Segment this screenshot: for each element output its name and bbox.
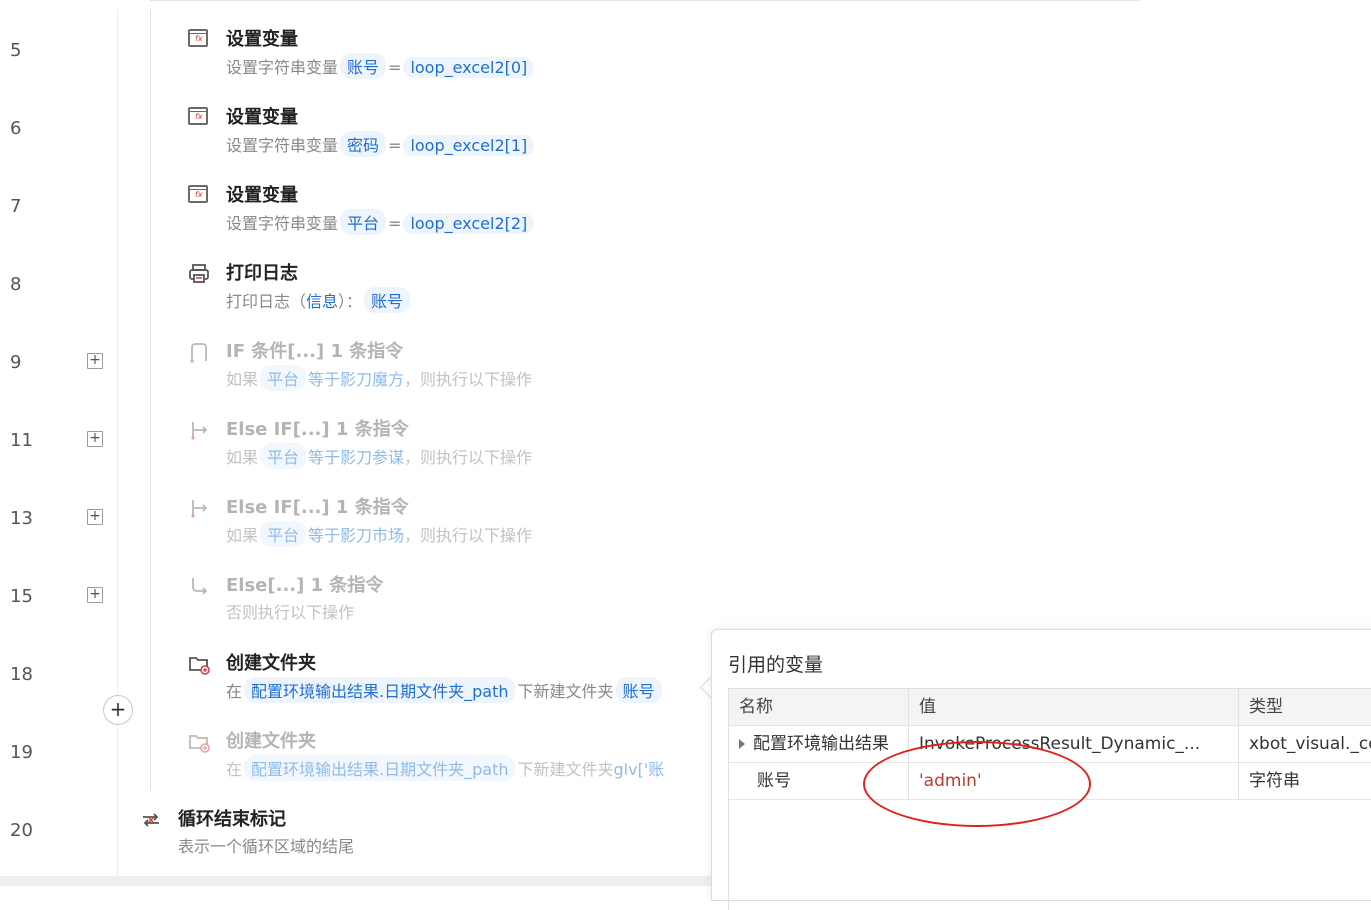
step-description: 如果 平台 等于影刀市场，则执行以下操作 [226,521,532,547]
step-description: 如果 平台 等于影刀参谋，则执行以下操作 [226,443,532,469]
add-step-button[interactable]: + [103,695,133,725]
path-chip[interactable]: 配置环境输出结果.日期文件夹_path [244,755,516,781]
step-set-variable[interactable]: fx 设置变量 设置字符串变量 密码 = loop_excel2[1] [188,103,688,167]
step-title: IF 条件[...] 1 条指令 [226,341,404,362]
expand-caret-icon[interactable] [739,739,745,749]
step-else-if[interactable]: Else IF[...] 1 条指令 如果 平台 等于影刀市场，则执行以下操作 [188,493,688,557]
line-number: 5 [10,40,22,61]
loop-end-icon [140,809,162,831]
value-chip[interactable]: loop_excel2[1] [403,135,535,156]
step-title: 设置变量 [226,107,298,128]
annotation-ellipse [863,741,1091,827]
variable-chip[interactable]: 平台 [340,209,387,235]
expand-block-button[interactable]: + [87,431,103,447]
step-title: Else IF[...] 1 条指令 [226,497,409,518]
line-number: 18 [10,664,33,685]
function-icon: fx [188,185,210,207]
step-print-log[interactable]: 打印日志 打印日志（信息）： 账号 [188,259,688,323]
variable-chip[interactable]: 账号 [615,677,662,703]
step-set-variable[interactable]: fx 设置变量 设置字符串变量 账号 = loop_excel2[0] [188,25,688,89]
variable-name[interactable]: 配置环境输出结果 [729,726,909,762]
column-header-name[interactable]: 名称 [729,689,909,725]
folder-add-icon [188,653,210,675]
expand-block-button[interactable]: + [87,509,103,525]
step-description: 在配置环境输出结果.日期文件夹_path 下新建文件夹glv['账 [226,755,664,781]
step-else[interactable]: Else[...] 1 条指令 否则执行以下操作 [188,571,688,635]
line-number: 6 [10,118,22,139]
line-number: 19 [10,742,33,763]
line-number: 13 [10,508,33,529]
step-title: 循环结束标记 [178,809,286,830]
step-title: Else IF[...] 1 条指令 [226,419,409,440]
step-loop-end[interactable]: 循环结束标记 表示一个循环区域的结尾 [140,805,640,869]
loop-block-guide [150,10,151,790]
function-icon: fx [188,107,210,129]
step-description: 设置字符串变量 平台 = loop_excel2[2] [226,209,536,235]
step-title: Else[...] 1 条指令 [226,575,384,596]
value-chip[interactable]: loop_excel2[2] [403,213,535,234]
variable-type: 字符串 [1249,771,1300,791]
step-title: 创建文件夹 [226,653,316,674]
step-title: 设置变量 [226,29,298,50]
line-number: 15 [10,586,33,607]
path-chip[interactable]: 配置环境输出结果.日期文件夹_path [244,677,516,703]
variable-type: xbot_visual._co [1249,734,1371,754]
expand-block-button[interactable]: + [87,587,103,603]
value-chip[interactable]: loop_excel2[0] [403,57,535,78]
column-header-value[interactable]: 值 [909,689,1239,725]
column-header-type[interactable]: 类型 [1239,689,1371,725]
line-number: 7 [10,196,22,217]
variable-chip[interactable]: 账号 [364,287,411,313]
step-title: 创建文件夹 [226,731,316,752]
expand-block-button[interactable]: + [87,353,103,369]
step-description: 表示一个循环区域的结尾 [178,837,355,856]
line-number: 11 [10,430,33,451]
variable-chip[interactable]: 平台 [260,521,307,547]
top-divider [150,0,1140,1]
step-title: 打印日志 [226,263,298,284]
variable-chip[interactable]: 平台 [260,365,307,391]
branch-right-icon [188,497,210,519]
line-number: 20 [10,820,33,841]
line-number: 9 [10,352,22,373]
step-set-variable[interactable]: fx 设置变量 设置字符串变量 平台 = loop_excel2[2] [188,181,688,245]
line-number: 8 [10,274,22,295]
step-description: 在配置环境输出结果.日期文件夹_path 下新建文件夹 账号 [226,677,664,703]
branch-right-icon [188,419,210,441]
variable-chip[interactable]: 账号 [340,53,387,79]
step-else-if[interactable]: Else IF[...] 1 条指令 如果 平台 等于影刀参谋，则执行以下操作 [188,415,688,479]
table-header: 名称 值 类型 [729,688,1371,726]
gutter-divider [117,10,118,876]
variable-chip[interactable]: 密码 [340,131,387,157]
printer-icon [188,263,210,285]
step-description: 打印日志（信息）： 账号 [226,287,412,313]
function-icon: fx [188,29,210,51]
step-title: 设置变量 [226,185,298,206]
branch-else-icon [188,575,210,597]
folder-add-icon [188,731,210,753]
step-description: 否则执行以下操作 [226,603,355,622]
step-if-condition[interactable]: IF 条件[...] 1 条指令 如果 平台 等于影刀魔方，则执行以下操作 [188,337,688,401]
step-description: 如果 平台 等于影刀魔方，则执行以下操作 [226,365,532,391]
step-description: 设置字符串变量 账号 = loop_excel2[0] [226,53,536,79]
popup-title: 引用的变量 [728,654,824,676]
step-description: 设置字符串变量 密码 = loop_excel2[1] [226,131,536,157]
branch-icon [188,341,210,363]
step-create-folder[interactable]: 创建文件夹 在配置环境输出结果.日期文件夹_path 下新建文件夹glv['账 [188,727,708,791]
step-create-folder[interactable]: 创建文件夹 在配置环境输出结果.日期文件夹_path 下新建文件夹 账号 [188,649,708,713]
variable-chip[interactable]: 平台 [260,443,307,469]
